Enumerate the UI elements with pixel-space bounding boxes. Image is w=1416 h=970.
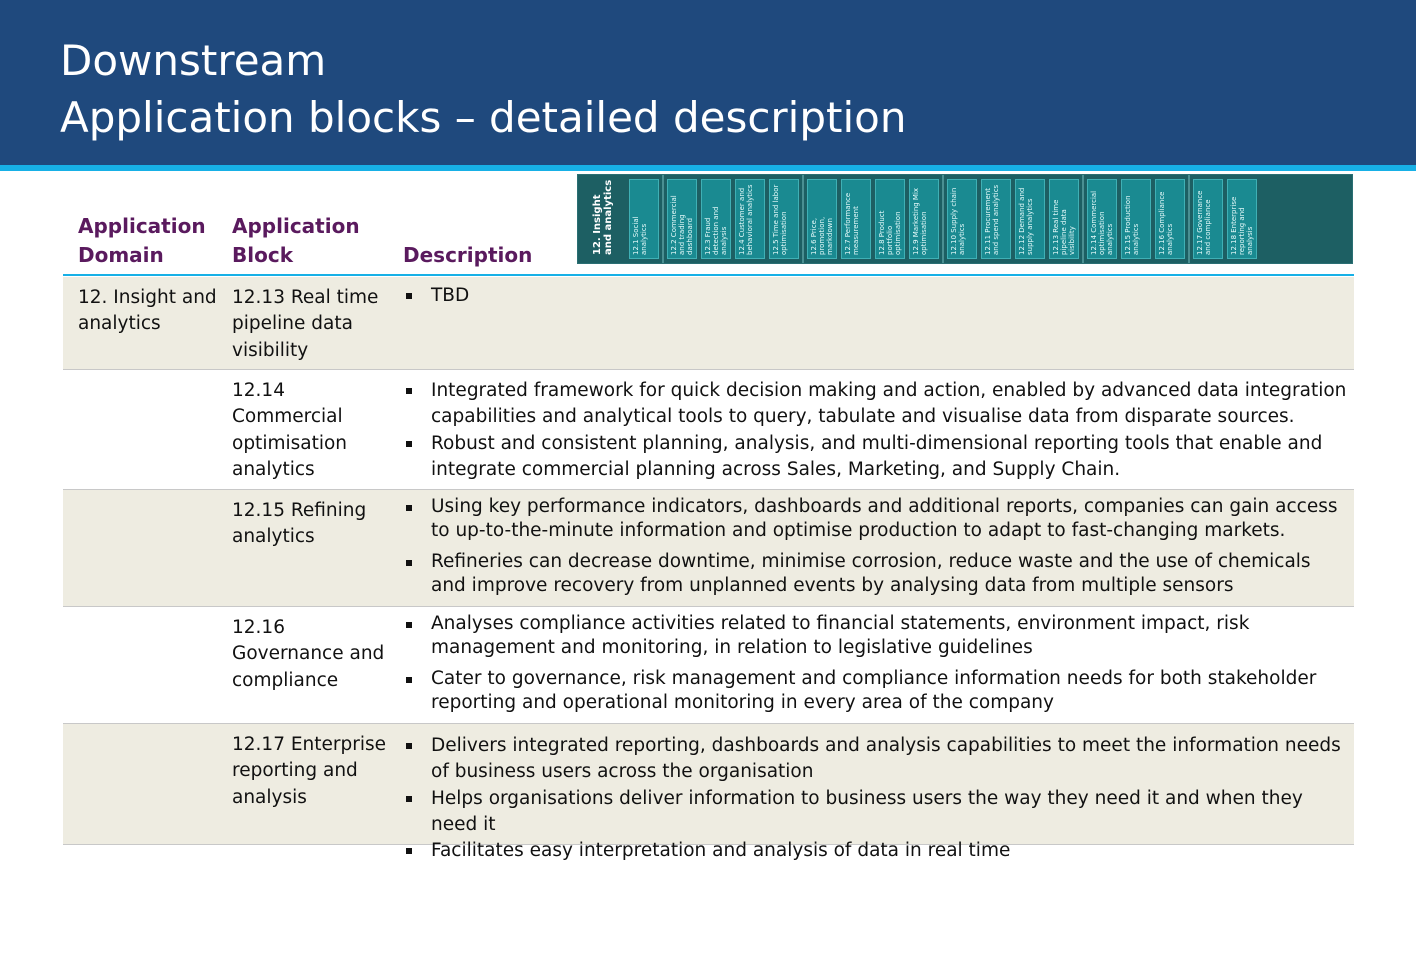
thumbnail-block-label: 12.4 Customer and behavioral analytics (738, 184, 754, 255)
description-bullet: Robust and consistent planning, analysis… (405, 431, 1350, 484)
thumbnail-block: 12.8 Product portfolio optimisation (875, 179, 905, 259)
thumbnail-block: 12.14 Commercial optimisation analytics (1087, 179, 1117, 259)
description-cell: Integrated framework for quick decision … (405, 378, 1350, 483)
title-line-1: Downstream (60, 36, 327, 85)
description-bullet: Analyses compliance activities related t… (405, 612, 1350, 660)
thumbnail-group: 12.10 Supply chain analytics 12.11 Procur… (944, 175, 1084, 263)
application-block-cell: 12.14 Commercial optimisation analytics (232, 380, 348, 480)
column-header-block: Application Block (232, 214, 360, 267)
thumbnail-block-label: 12.16 Compliance analytics (1158, 191, 1174, 255)
thumbnail-block-label: 12.5 Time and labor optimisation (772, 184, 788, 255)
header-rule (63, 274, 1354, 276)
description-bullet: Using key performance indicators, dashbo… (405, 495, 1350, 543)
table-row: 12.14 Commercial optimisation analytics I… (63, 370, 1354, 490)
description-cell: Analyses compliance activities related t… (405, 612, 1350, 715)
thumbnail-block: 12.5 Time and labor optimisation (769, 179, 799, 259)
thumbnail-block: 12.1 Social analytics (629, 179, 659, 259)
description-bullet: Integrated framework for quick decision … (405, 378, 1350, 431)
thumbnail-block: 12.13 Real time pipeline data visibility (1049, 179, 1079, 259)
description-cell: Using key performance indicators, dashbo… (405, 495, 1350, 598)
column-header-description: Description (403, 243, 533, 267)
thumbnail-block-label: 12.9 Marketing Mix optimisation (912, 187, 928, 255)
application-block-cell: 12.17 Enterprise reporting and analysis (232, 734, 387, 808)
description-bullet: Refineries can decrease downtime, minimi… (405, 550, 1350, 598)
description-bullet: Helps organisations deliver information … (405, 786, 1350, 839)
thumbnail-block-label: 12.10 Supply chain analytics (950, 187, 966, 255)
description-bullet: Delivers integrated reporting, dashboard… (405, 733, 1350, 786)
thumbnail-block: 12.2 Commercial and trading dashboard (667, 179, 697, 259)
thumbnail-block-label: 12.12 Demand and supply analytics (1018, 187, 1034, 255)
thumbnail-block: 12.11 Procurement and spend analytics (981, 179, 1011, 259)
thumbnail-block-label: 12.13 Real time pipeline data visibility (1052, 199, 1076, 255)
thumbnail-block: 12.16 Compliance analytics (1155, 179, 1185, 259)
title-line-2: Application blocks – detailed descriptio… (60, 93, 907, 142)
thumbnail-group: 12.6 Price, promotion, markdown optimisa… (804, 175, 944, 263)
table-row: 12. Insight and analytics 12.13 Real time… (63, 277, 1354, 370)
thumbnail-domain-text: 12. Insight and analytics (592, 179, 614, 255)
header-accent-stripe (0, 165, 1416, 171)
application-block-cell: 12.16 Governance and compliance (232, 617, 385, 691)
slide-title: Downstream Application blocks – detailed… (60, 32, 906, 146)
column-header-domain: Application Domain (78, 214, 206, 267)
thumbnail-block: 12.12 Demand and supply analytics (1015, 179, 1045, 259)
thumbnail-block-label: 12.1 Social analytics (632, 216, 648, 255)
thumbnail-block: 12.9 Marketing Mix optimisation (909, 179, 939, 259)
thumbnail-block-label: 12.18 Enterprise reporting and analysis (1230, 196, 1254, 255)
thumbnail-block-label: 12.3 Fraud detection and analysis (704, 206, 728, 255)
thumbnail-block: 12.7 Performance measurement (841, 179, 871, 259)
description-cell: Delivers integrated reporting, dashboard… (405, 733, 1350, 864)
thumbnail-block: 12.10 Supply chain analytics (947, 179, 977, 259)
thumbnail-block: 12.3 Fraud detection and analysis (701, 179, 731, 259)
thumbnail-block: 12.6 Price, promotion, markdown optimisa… (807, 179, 837, 259)
thumbnail-group: 12.2 Commercial and trading dashboard 12.… (664, 175, 804, 263)
table-row: 12.15 Refining analytics Using key perfor… (63, 490, 1354, 607)
table-row: 12.17 Enterprise reporting and analysis D… (63, 724, 1354, 861)
description-bullet: Cater to governance, risk management and… (405, 667, 1350, 715)
thumbnail-block-label: 12.2 Commercial and trading dashboard (670, 195, 694, 255)
description-bullet: Facilitates easy interpretation and anal… (405, 838, 1350, 864)
thumbnail-block-label: 12.11 Procurement and spend analytics (984, 184, 1000, 255)
thumbnail-block: 12.15 Production analytics (1121, 179, 1151, 259)
application-domain-cell: 12. Insight and analytics (78, 287, 217, 335)
thumbnail-group: 12. Insight and analytics 12.1 Social ana… (578, 175, 664, 263)
thumbnail-block-label: 12.15 Production analytics (1124, 195, 1140, 255)
slide-header: Downstream Application blocks – detailed… (0, 0, 1416, 165)
description-cell: TBD (405, 283, 1350, 309)
application-block-cell: 12.13 Real time pipeline data visibility (232, 287, 379, 361)
application-block-cell: 12.15 Refining analytics (232, 500, 367, 548)
thumbnail-domain-label: 12. Insight and analytics (581, 179, 625, 259)
thumbnail-block-label: 12.17 Governance and compliance (1196, 190, 1212, 256)
description-bullet: TBD (405, 283, 1350, 309)
application-block-thumbnail: 12. Insight and analytics 12.1 Social ana… (577, 174, 1353, 264)
thumbnail-block-label: 12.6 Price, promotion, markdown optimisa… (810, 216, 834, 255)
thumbnail-block: 12.4 Customer and behavioral analytics (735, 179, 765, 259)
thumbnail-block-label: 12.7 Performance measurement (844, 192, 860, 255)
thumbnail-group: 12.14 Commercial optimisation analytics 1… (1084, 175, 1190, 263)
thumbnail-block-label: 12.14 Commercial optimisation analytics (1090, 190, 1114, 255)
thumbnail-block-label: 12.8 Product portfolio optimisation (878, 210, 902, 255)
table-row: 12.16 Governance and compliance Analyses … (63, 607, 1354, 724)
thumbnail-group: 12.17 Governance and compliance 12.18 Ent… (1190, 175, 1260, 263)
thumbnail-block: 12.18 Enterprise reporting and analysis (1227, 179, 1257, 259)
thumbnail-block: 12.17 Governance and compliance (1193, 179, 1223, 259)
